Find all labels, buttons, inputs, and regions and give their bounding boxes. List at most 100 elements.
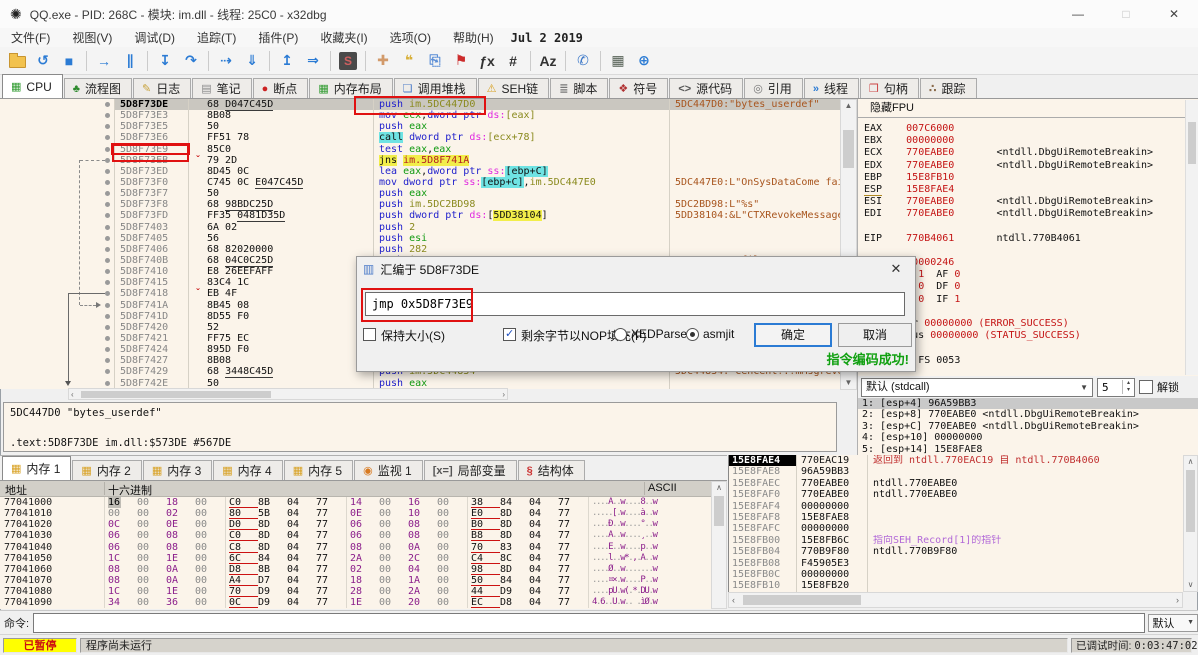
argument-row[interactable]: 2: [esp+8] 770EABE0 <ntdll.DbgUiRemoteBr… (858, 409, 1198, 420)
scroll-down-icon[interactable]: ▼ (841, 377, 856, 389)
cancel-button[interactable]: 取消 (838, 323, 912, 347)
menu-item[interactable]: 插件(P) (247, 29, 309, 46)
stack-row[interactable]: 15E8FAF4 00000000 (729, 500, 1183, 512)
menu-item[interactable]: 帮助(H) (442, 29, 505, 46)
register-row[interactable]: EIP 770B4061 ntdll.770B4061 (864, 233, 1198, 245)
arguments-list[interactable]: 1: [esp+4] 96A59BB3 2: [esp+8] 770EABE0 <… (857, 398, 1198, 455)
breakpoint-dot-icon[interactable] (105, 291, 110, 297)
tab-trace[interactable]: ∴ 跟踪 (919, 78, 977, 98)
breakpoint-dot-icon[interactable] (105, 324, 110, 330)
breakpoint-dot-icon[interactable] (105, 313, 110, 319)
stack-row[interactable]: 15E8FAEC 770EABE0 ntdll.770EABE0 (729, 477, 1183, 490)
memory-dump[interactable]: 77041000 16 00 18 00 C0 8B 04 77 14 00 16 00 38 84 04 77… (0, 497, 711, 609)
scroll-thumb[interactable] (1188, 122, 1196, 164)
stop-icon[interactable]: ■ (57, 50, 81, 72)
comments-icon[interactable]: ❝ (397, 50, 421, 72)
memory-row[interactable]: 77041060 08 00 0A 00 D8 8B 04 77 02 00 04 00 98 8D 04 77… (0, 563, 711, 575)
scroll-thumb[interactable] (81, 391, 271, 398)
register-row[interactable]: ESI 770EABE0 <ntdll.DbgUiRemoteBreakin> (864, 196, 1198, 208)
stack-vscrollbar[interactable]: ∧ ∨ (1183, 455, 1198, 592)
tab-dump1[interactable]: ▦ 内存 1 (2, 456, 72, 480)
breakpoint-dot-icon[interactable] (105, 146, 110, 152)
strings-icon[interactable]: S (339, 51, 357, 70)
stack-hscrollbar[interactable]: ‹ › (728, 592, 1183, 608)
breakpoint-dot-icon[interactable] (105, 202, 110, 208)
tab-script[interactable]: ≣ 脚本 (550, 78, 609, 98)
scroll-left-icon[interactable]: ‹ (732, 595, 735, 605)
menu-item[interactable]: 调试(D) (123, 29, 186, 46)
scroll-left-icon[interactable]: ‹ (71, 389, 74, 400)
calculator-icon[interactable]: ▦ (606, 50, 630, 72)
dialog-close-icon[interactable]: ✕ (883, 261, 909, 277)
memory-row[interactable]: 77041070 08 00 0A 00 A4 D7 04 77 18 00 1A 00 50 84 04 77… (0, 574, 711, 587)
case-icon[interactable]: Az (536, 50, 560, 72)
memory-row[interactable]: 77041080 1C 00 1E 00 70 D9 04 77 28 00 2A 00 44 D9 04 77… (0, 586, 711, 598)
unlock-checkbox[interactable] (1139, 380, 1153, 394)
crc-icon[interactable]: # (501, 50, 525, 72)
scroll-thumb[interactable] (714, 496, 724, 526)
patches-icon[interactable]: ✚ (371, 50, 395, 72)
scroll-thumb[interactable] (843, 130, 854, 168)
run-icon[interactable]: → (92, 50, 116, 72)
memory-row[interactable]: 77041030 06 00 08 00 C0 8D 04 77 06 00 08 00 B8 8D 04 77… (0, 530, 711, 542)
register-row[interactable]: ESP 15E8FAE4 (864, 183, 1198, 196)
tab-call-stack[interactable]: ❏ 调用堆栈 (393, 78, 477, 98)
memory-row[interactable]: 77041000 16 00 18 00 C0 8B 04 77 14 00 16 00 38 84 04 77… (0, 497, 711, 509)
stack-row[interactable]: 15E8FAF8 15E8FAE8 (729, 511, 1183, 524)
scroll-up-icon[interactable]: ∧ (712, 482, 726, 494)
memory-scrollbar[interactable]: ∧ (711, 481, 727, 609)
tab-cpu[interactable]: ▦ CPU (2, 74, 63, 98)
scroll-up-icon[interactable]: ∧ (1184, 456, 1197, 468)
breakpoint-dot-icon[interactable] (105, 369, 110, 375)
breakpoint-dot-icon[interactable] (105, 257, 110, 263)
breakpoint-dot-icon[interactable] (105, 280, 110, 286)
trace-into-icon[interactable]: ⇢ (214, 50, 238, 72)
menu-item[interactable]: 选项(O) (379, 29, 442, 46)
execute-till-return-icon[interactable]: ⇓ (240, 50, 264, 72)
restart-icon[interactable]: ↺ (31, 50, 55, 72)
tab-source[interactable]: <> 源代码 (669, 78, 744, 98)
close-button[interactable]: ✕ (1150, 0, 1198, 28)
tab-log[interactable]: ✎ 日志 (132, 78, 192, 98)
register-row[interactable]: EBX 00000000 (864, 135, 1198, 147)
settings-globe-icon[interactable]: ⊕ (632, 50, 656, 72)
remote-icon[interactable]: ✆ (571, 50, 595, 72)
tab-struct[interactable]: § 结构体 (517, 460, 585, 480)
breakpoint-dot-icon[interactable] (105, 124, 110, 130)
step-over-icon[interactable]: ↷ (179, 50, 203, 72)
disasm-row[interactable]: 5D8F7405 56 push esi (0, 232, 840, 244)
disasm-row[interactable]: 5D8F7403 6A 02 push 2 (0, 221, 840, 233)
unlock-toggle[interactable]: 解锁 (1139, 379, 1179, 395)
scroll-thumb[interactable] (1186, 470, 1195, 532)
disasm-row[interactable]: 5D8F73F8 68 98BDC25D push im.5DC2BD98 5DC2B… (0, 199, 840, 212)
menu-item[interactable]: 追踪(T) (186, 29, 247, 46)
tab-references[interactable]: ◎ 引用 (744, 78, 803, 98)
command-input[interactable] (33, 612, 1146, 633)
tab-dump3[interactable]: ▦ 内存 3 (142, 460, 213, 480)
scroll-down-icon[interactable]: ∨ (1184, 579, 1197, 591)
stack-row[interactable]: 15E8FAE4 770EAC19 返回到 ntdll.770EAC19 自 ntd… (729, 455, 1183, 467)
stack-row[interactable]: 15E8FAF0 770EABE0 ntdll.770EABE0 (729, 489, 1183, 501)
stack-row[interactable]: 15E8FAE8 96A59BB3 (729, 466, 1183, 478)
menu-item[interactable]: 视图(V) (61, 29, 123, 46)
assemble-instruction-input[interactable]: jmp 0x5D8F73E9 (365, 292, 905, 316)
stack-row[interactable]: 15E8FB00 15E8FB6C 指向SEH_Record[1]的指针 (729, 534, 1183, 547)
register-row[interactable]: EBP 15E8FB10 (864, 172, 1198, 184)
breakpoint-dot-icon[interactable] (105, 213, 110, 219)
memory-row[interactable]: 77041010 00 00 02 00 80 5B 04 77 0E 00 10 00 E0 8D 04 77… (0, 508, 711, 520)
scroll-right-icon[interactable]: › (1176, 595, 1179, 605)
disasm-row[interactable]: 5D8F73E5 50 push eax (0, 121, 840, 133)
disasm-row[interactable]: 5D8F73F7 50 push eax (0, 188, 840, 200)
breakpoint-dot-icon[interactable] (105, 179, 110, 185)
step-out-icon[interactable]: ↥ (275, 50, 299, 72)
register-row[interactable] (864, 221, 1198, 233)
disasm-row[interactable]: 5D8F73F0 C745 0C E047C45D mov dword ptr ss… (0, 176, 840, 189)
tab-seh[interactable]: ⚠ SEH链 (477, 78, 550, 98)
step-into-icon[interactable]: ↧ (153, 50, 177, 72)
breakpoint-dot-icon[interactable] (105, 246, 110, 252)
ok-button[interactable]: 确定 (754, 323, 832, 347)
calling-convention-select[interactable]: 默认 (stdcall) ▼ (861, 377, 1093, 397)
tab-symbols[interactable]: ❖ 符号 (609, 78, 669, 98)
disasm-row[interactable]: 5D8F7406 68 82020000 push 282 (0, 243, 840, 255)
argument-row[interactable]: 4: [esp+10] 00000000 (858, 432, 1198, 443)
